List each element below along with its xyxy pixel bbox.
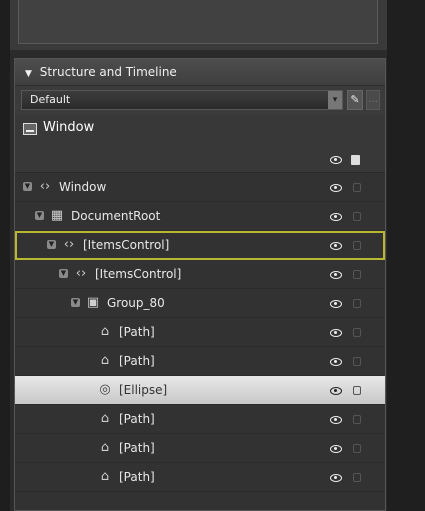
storyboard-dropdown[interactable]: Default ▾ xyxy=(21,90,343,110)
storyboard-options-button[interactable]: … xyxy=(366,90,380,110)
canvas-icon: ▣ xyxy=(86,295,100,310)
expand-toggle-icon[interactable]: ▼ xyxy=(35,211,44,220)
eye-icon[interactable] xyxy=(330,210,342,225)
element-icon: ‹› xyxy=(75,266,87,281)
eye-icon[interactable] xyxy=(330,471,342,486)
upper-panel-content xyxy=(18,0,378,44)
tree-row[interactable]: ▼ ‹› Window xyxy=(15,173,385,202)
expand-toggle-icon[interactable]: ▼ xyxy=(47,240,56,249)
element-icon: ‹› xyxy=(39,179,51,194)
eye-icon[interactable] xyxy=(330,326,342,341)
tree-row-label: DocumentRoot xyxy=(71,209,161,223)
tree-row-label: [Ellipse] xyxy=(119,383,168,397)
pin-icon: ✎ xyxy=(350,93,360,106)
root-scope-label: Window xyxy=(43,120,95,135)
tree-row-label: [ItemsControl] xyxy=(83,238,170,252)
lock-icon[interactable] xyxy=(353,297,361,311)
tree-row-label: [Path] xyxy=(119,412,155,426)
eye-icon[interactable] xyxy=(330,150,342,169)
path-icon: ⌂ xyxy=(100,324,110,339)
lock-icon[interactable] xyxy=(353,384,361,398)
objects-and-timeline-panel: ▼ Structure and Timeline Default ▾ ✎ … W… xyxy=(14,58,386,511)
tree-row[interactable]: ⌂ [Path] xyxy=(15,463,385,492)
eye-icon[interactable] xyxy=(330,442,342,457)
tree-row[interactable]: ▼ ‹› [ItemsControl] xyxy=(15,231,385,260)
tree-row[interactable]: ⌂ [Path] xyxy=(15,318,385,347)
tree-row[interactable]: ▼ ▣ Group_80 xyxy=(15,289,385,318)
eye-icon[interactable] xyxy=(330,268,342,283)
expand-toggle-icon[interactable]: ▼ xyxy=(59,269,68,278)
collapse-triangle-icon[interactable]: ▼ xyxy=(25,69,32,79)
element-icon: ‹› xyxy=(63,237,75,252)
tree-row-label: [Path] xyxy=(119,470,155,484)
tree-row[interactable]: ◎ [Ellipse] xyxy=(15,376,385,405)
more-icon: … xyxy=(368,94,378,105)
root-scope-item[interactable]: Window xyxy=(15,114,385,173)
path-icon: ⌂ xyxy=(100,411,110,426)
path-icon: ⌂ xyxy=(100,440,110,455)
eye-icon[interactable] xyxy=(330,355,342,370)
lock-icon[interactable] xyxy=(351,150,360,169)
tree-row-label: Window xyxy=(59,180,107,194)
expand-toggle-icon[interactable]: ▼ xyxy=(23,182,32,191)
lock-icon[interactable] xyxy=(353,413,361,427)
eye-icon[interactable] xyxy=(330,239,342,254)
path-icon: ⌂ xyxy=(100,469,110,484)
pin-button[interactable]: ✎ xyxy=(347,90,363,110)
lock-icon[interactable] xyxy=(353,239,361,253)
lock-icon[interactable] xyxy=(353,471,361,485)
window-icon xyxy=(23,123,37,135)
tree-row[interactable]: ▼ ‹› [ItemsControl] xyxy=(15,260,385,289)
storyboard-toolbar: Default ▾ ✎ … xyxy=(15,86,385,114)
tree-row-label: [ItemsControl] xyxy=(95,267,182,281)
path-icon: ⌂ xyxy=(100,353,110,368)
tree-row-label: Group_80 xyxy=(107,296,165,310)
upper-panel xyxy=(10,0,387,50)
lock-icon[interactable] xyxy=(353,326,361,340)
expand-toggle-icon[interactable]: ▼ xyxy=(71,298,80,307)
left-edge xyxy=(0,0,10,511)
tree-row-partial xyxy=(15,492,385,507)
tree-row-label: [Path] xyxy=(119,441,155,455)
ellipse-icon: ◎ xyxy=(99,382,111,397)
tree-row[interactable]: ⌂ [Path] xyxy=(15,347,385,376)
panel-title: Structure and Timeline xyxy=(39,65,177,79)
object-tree[interactable]: Window ▼ ‹› Window ▼ ▦ DocumentRoot ▼ ‹› [ItemsC… xyxy=(15,114,385,510)
eye-icon[interactable] xyxy=(330,384,342,399)
lock-icon[interactable] xyxy=(353,181,361,195)
eye-icon[interactable] xyxy=(330,413,342,428)
lock-icon[interactable] xyxy=(353,210,361,224)
tree-row-label: [Path] xyxy=(119,354,155,368)
grid-icon: ▦ xyxy=(50,208,64,223)
artboard-edge xyxy=(387,0,425,511)
tree-row[interactable]: ⌂ [Path] xyxy=(15,434,385,463)
tree-row-label: [Path] xyxy=(119,325,155,339)
eye-icon[interactable] xyxy=(330,297,342,312)
lock-icon[interactable] xyxy=(353,442,361,456)
tree-row[interactable]: ⌂ [Path] xyxy=(15,405,385,434)
lock-icon[interactable] xyxy=(353,355,361,369)
storyboard-selected: Default xyxy=(30,93,71,106)
tree-row[interactable]: ▼ ▦ DocumentRoot xyxy=(15,202,385,231)
eye-icon[interactable] xyxy=(330,181,342,196)
chevron-down-icon[interactable]: ▾ xyxy=(328,91,342,109)
panel-header[interactable]: ▼ Structure and Timeline xyxy=(15,59,385,86)
lock-icon[interactable] xyxy=(353,268,361,282)
